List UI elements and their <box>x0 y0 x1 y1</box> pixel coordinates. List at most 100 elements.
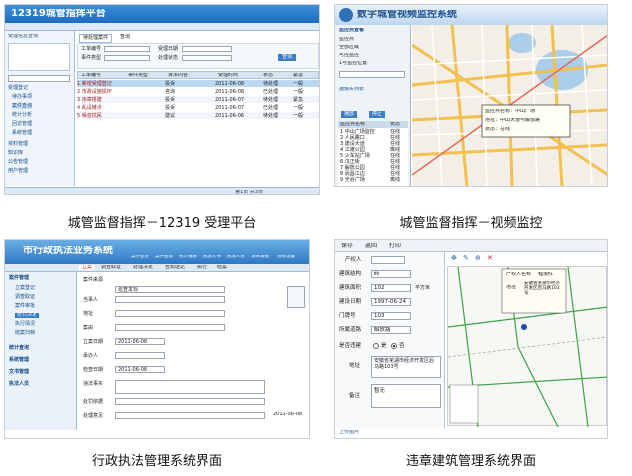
field-label: 地址 <box>349 363 361 369</box>
date-input[interactable] <box>182 46 232 52</box>
status-select[interactable] <box>182 55 232 61</box>
popup-label: 产权人名称 <box>506 272 532 277</box>
table-row[interactable]: 2 市政设施损坏 咨询 2011-06-08 已处理 一般 <box>77 88 319 96</box>
list-item[interactable]: 9 光谷广场 离线 <box>340 176 408 183</box>
cause-field[interactable] <box>115 324 225 331</box>
toolbar-item[interactable]: 系统设置 <box>277 255 295 260</box>
toolbar <box>5 23 319 31</box>
tab-pending[interactable]: 待处理案件 <box>79 34 113 43</box>
remark-field[interactable]: 暂无 <box>371 384 441 408</box>
table-row[interactable]: 4 乱设摊点 投诉 2011-06-07 已处理 一般 <box>77 104 319 112</box>
col-header: 事件类型 <box>128 73 149 78</box>
menu-item[interactable]: 系统管理 <box>12 131 32 136</box>
menu-item[interactable]: 案件审批 <box>15 304 35 309</box>
toolbar-item[interactable]: 统计报表 <box>179 255 197 260</box>
road-field[interactable]: 解放路 <box>371 326 411 334</box>
menu-item[interactable]: 资料管理 <box>8 142 28 147</box>
house-no-field[interactable]: 103 <box>371 312 411 320</box>
toolbar-item[interactable]: 案件登记 <box>131 255 149 260</box>
tab[interactable]: 告知送达 <box>165 265 185 270</box>
stop-button[interactable]: 停止 <box>369 111 386 118</box>
field-label: 案件来源 <box>83 277 104 283</box>
query-button[interactable]: 查询 <box>278 54 297 61</box>
col-header: 工单编号 <box>81 73 102 78</box>
upload-link[interactable]: 上传图片 <box>339 430 359 435</box>
owner-field[interactable] <box>371 256 405 264</box>
area-field[interactable]: 102 <box>371 284 411 292</box>
tab-bar: 待处理案件 查询 <box>77 33 319 43</box>
menu-item[interactable]: 待办事项 <box>12 95 32 100</box>
tab[interactable]: 立案 <box>79 265 96 270</box>
panel-item[interactable]: 全部区域 <box>339 45 359 50</box>
form-area: 案件来源 巡查发现 当事人 地址 案由 立案日期 2011-06-08 承办人 … <box>79 274 309 430</box>
menu-item[interactable]: 立案登记 <box>15 286 35 291</box>
tab[interactable]: 结案 <box>217 265 227 270</box>
party-field[interactable] <box>115 296 225 303</box>
menu-item[interactable]: 用户管理 <box>8 169 28 174</box>
toolbar-item[interactable]: 案件查询 <box>155 255 173 260</box>
menu-item[interactable]: 统计查询 <box>9 346 29 351</box>
table-row[interactable]: 1 新增受理登记 投诉 2011-06-08 待处理 一般 <box>77 80 319 87</box>
screenshot-illegal-building: 保存 返回 打印 产权人 建筑结构 砖 建筑面积 102 平方米 建设日期 19… <box>334 239 608 439</box>
menu-item[interactable]: 执法人员 <box>9 382 29 387</box>
structure-field[interactable]: 砖 <box>371 270 411 278</box>
edit-icon[interactable]: ✎ <box>463 255 469 262</box>
menu-item[interactable]: 统计分析 <box>12 113 32 118</box>
panel-item[interactable]: 1号监控位置 <box>339 61 367 66</box>
zoom-icon[interactable]: ⊕ <box>475 255 481 262</box>
filter-label: 受理日期 <box>158 46 179 52</box>
table-row[interactable]: 5 噪音扰民 建议 2011-06-06 待处理 一般 <box>77 112 319 119</box>
save-button[interactable]: 保存 <box>341 243 353 249</box>
menu-item[interactable]: 回访管理 <box>12 122 32 127</box>
facts-field[interactable] <box>115 380 265 394</box>
tab-query[interactable]: 查询 <box>117 34 133 41</box>
order-no-input[interactable] <box>104 46 150 52</box>
panel-item[interactable]: 可控监控 <box>339 53 359 58</box>
menu-item[interactable]: 文书管理 <box>9 370 29 375</box>
city-map[interactable]: 监控点名称：中山广场 地址：中山大道与解放路 状态：在线 <box>412 25 607 186</box>
tab[interactable]: 调查取证 <box>101 265 121 270</box>
menu-item[interactable]: 结案归档 <box>15 331 35 336</box>
left-select[interactable] <box>8 75 70 82</box>
menu-item[interactable]: 案件管理 <box>9 276 29 281</box>
menu-item[interactable]: 执行情况 <box>15 322 35 327</box>
back-button[interactable]: 返回 <box>365 243 377 249</box>
menu-item[interactable]: 案件查询 <box>12 104 33 109</box>
toolbar-item[interactable]: 执法文书 <box>203 255 221 260</box>
menu-item[interactable]: 处罚决定 <box>15 313 40 318</box>
tab[interactable]: 执行 <box>197 265 207 270</box>
camera-select[interactable] <box>339 71 405 78</box>
col-header: 紧急 <box>293 73 304 78</box>
col-header: 监控点名称 <box>340 122 366 127</box>
address-field[interactable]: 安徽省芜湖市经济开发区后马路103号 <box>371 356 441 378</box>
toolbar-item[interactable]: 法律法规 <box>251 255 269 260</box>
menu-item[interactable]: 公告管理 <box>8 160 28 165</box>
play-button[interactable]: 播放 <box>341 111 358 118</box>
site-map[interactable]: 产权人名称 程淑红 地址 安徽省芜湖市经济开发区后马路103号 <box>447 266 607 427</box>
delete-icon[interactable]: ✕ <box>487 255 493 262</box>
radio-no[interactable] <box>391 343 397 349</box>
menu-item[interactable]: 受理登记 <box>8 86 28 91</box>
address-field[interactable] <box>115 310 225 317</box>
radio-yes[interactable] <box>373 343 379 349</box>
date-field[interactable]: 2011-06-08 <box>115 338 165 345</box>
handler-field[interactable] <box>115 352 165 359</box>
toolbar: 保存 返回 打印 <box>335 240 607 252</box>
table-header: 工单编号 事件类型 诉求内容 受理时间 状态 紧急 <box>77 71 319 79</box>
toolbar-item[interactable]: 执法人员 <box>227 255 245 260</box>
pan-icon[interactable]: ✥ <box>451 255 457 262</box>
menu-item[interactable]: 系统管理 <box>9 358 29 363</box>
tab[interactable]: 处理决定 <box>133 265 153 270</box>
build-date-field[interactable]: 1997-06-24 <box>371 298 411 306</box>
left-panel: 监控点查看 监控点 全部区域 可控监控 1号监控位置 摄像头列表 播放 停止 监… <box>335 25 411 186</box>
menu-item[interactable]: 调查取证 <box>15 295 35 300</box>
opinion-field[interactable] <box>115 412 265 419</box>
event-type-select[interactable] <box>104 55 150 61</box>
field-label: 所属道路 <box>339 327 362 333</box>
print-button[interactable]: 打印 <box>389 243 401 249</box>
check-date-field[interactable]: 2011-06-08 <box>115 366 165 373</box>
source-field[interactable]: 巡查发现 <box>115 286 225 293</box>
table-row[interactable]: 3 违章搭建 投诉 2011-06-07 待处理 紧急 <box>77 96 319 103</box>
menu-item[interactable]: 知识库 <box>8 151 23 156</box>
basis-field[interactable] <box>115 398 265 405</box>
